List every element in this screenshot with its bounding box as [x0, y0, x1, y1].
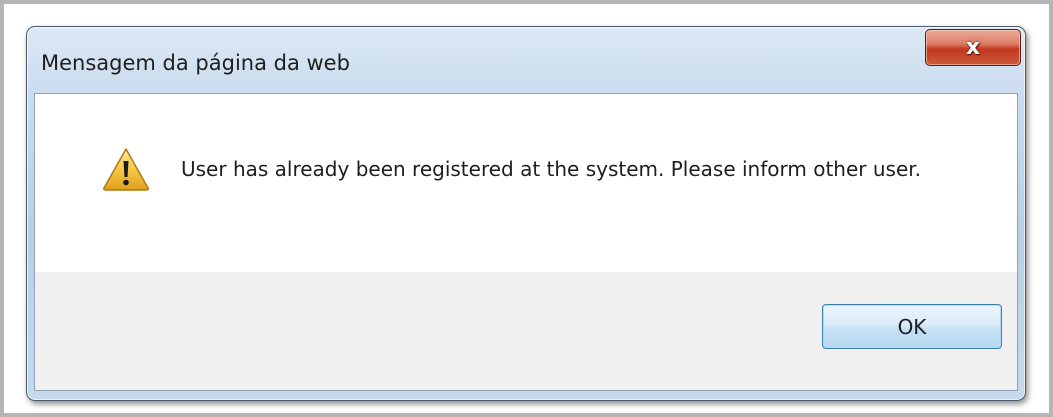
- message-area: User has already been registered at the …: [35, 94, 1017, 272]
- warning-icon: [103, 148, 149, 191]
- dialog-client-area: User has already been registered at the …: [34, 93, 1018, 391]
- close-button[interactable]: x: [925, 29, 1021, 66]
- close-icon: x: [965, 34, 981, 60]
- alert-dialog: Mensagem da página da web x User has alr…: [26, 26, 1026, 401]
- ok-button[interactable]: OK: [822, 304, 1002, 349]
- button-bar: OK: [35, 272, 1017, 390]
- message-text: User has already been registered at the …: [181, 157, 921, 181]
- dialog-title: Mensagem da página da web: [41, 51, 350, 75]
- title-bar[interactable]: Mensagem da página da web x: [27, 27, 1025, 93]
